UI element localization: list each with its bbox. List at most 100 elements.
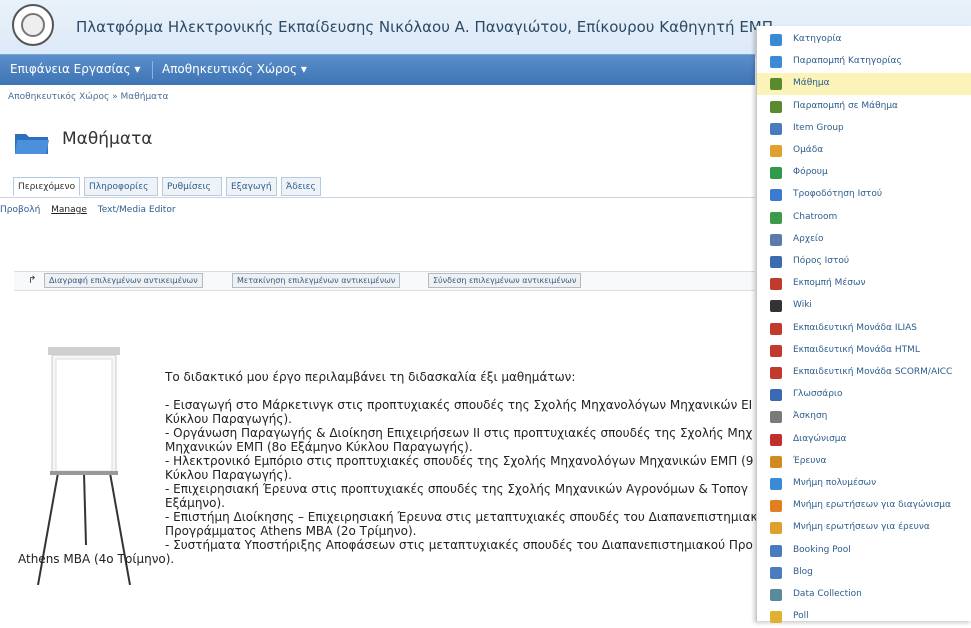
menu-item[interactable]: Wiki [757, 295, 971, 317]
tab-info[interactable]: Πληροφορίες [84, 177, 158, 196]
move-selected-button[interactable]: Μετακίνηση επιλεγμένων αντικειμένων [232, 273, 401, 288]
action-bar: ↱ Διαγραφή επιλεγμένων αντικειμένων Μετα… [14, 271, 755, 291]
tab-export[interactable]: Εξαγωγή [226, 177, 277, 196]
content-line: Κύκλου Παραγωγής). [165, 412, 292, 426]
forum-icon [770, 167, 782, 179]
menu-item-label: Παραπομπή σε Μάθημα [793, 101, 898, 111]
menu-item[interactable]: Μνήμη πολυμέσων [757, 473, 971, 495]
menu-item[interactable]: Ομάδα [757, 140, 971, 162]
menu-item-label: Τροφοδότηση Ιστού [793, 189, 883, 199]
content-line: Εξάμηνο). [165, 496, 225, 510]
menu-item[interactable]: Item Group [757, 118, 971, 140]
content-line: - Επιστήμη Διοίκησης – Επιχειρησιακή Έρε… [165, 510, 758, 524]
survey-icon [770, 456, 782, 468]
menu-item[interactable]: Εκπαιδευτική Μονάδα SCORM/AICC [757, 362, 971, 384]
subtab-text-media-editor[interactable]: Text/Media Editor [98, 205, 176, 215]
menu-item[interactable]: Φόρουμ [757, 162, 971, 184]
menu-item[interactable]: Εκπομπή Μέσων [757, 273, 971, 295]
breadcrumb-courses-link[interactable]: Μαθήματα [121, 92, 169, 102]
menu-item-label: Μάθημα [793, 78, 830, 88]
folder-icon [15, 134, 49, 154]
tab-permissions[interactable]: Άδειες [281, 177, 321, 196]
menu-item-label: Item Group [793, 123, 844, 133]
menu-item-label: Blog [793, 567, 813, 577]
subtab-bar: Προβολή Manage Text/Media Editor [0, 205, 184, 215]
nav-separator [152, 61, 153, 79]
blog-icon [770, 567, 782, 579]
menu-item-label: Αρχείο [793, 234, 824, 244]
menu-item[interactable]: Data Collection [757, 584, 971, 606]
course-icon [770, 78, 782, 90]
menu-item-label: Εκπομπή Μέσων [793, 278, 866, 288]
repository-menu-button[interactable]: Αποθηκευτικός Χώρος ▾ [162, 62, 307, 76]
survey-question-pool-icon [770, 522, 782, 534]
menu-item[interactable]: Πόρος Ιστού [757, 251, 971, 273]
menu-item-label: Data Collection [793, 589, 862, 599]
tab-divider [0, 197, 755, 198]
menu-item[interactable]: Chatroom [757, 207, 971, 229]
workspace-menu-button[interactable]: Επιφάνεια Εργασίας ▾ [10, 62, 140, 76]
menu-item-label: Παραπομπή Κατηγορίας [793, 56, 902, 66]
menu-item[interactable]: Αρχείο [757, 229, 971, 251]
menu-item[interactable]: Εκπαιδευτική Μονάδα ILIAS [757, 318, 971, 340]
html-module-icon [770, 345, 782, 357]
menu-item-label: Ομάδα [793, 145, 824, 155]
menu-item-label: Poll [793, 611, 809, 621]
page-title: Μαθήματα [62, 129, 153, 149]
menu-item[interactable]: Εκπαιδευτική Μονάδα HTML [757, 340, 971, 362]
menu-item-label: Εκπαιδευτική Μονάδα HTML [793, 345, 920, 355]
menu-item-label: Εκπαιδευτική Μονάδα ILIAS [793, 323, 918, 333]
add-new-item-menu: Κατηγορία Παραπομπή Κατηγορίας Μάθημα Παραπ… [756, 26, 971, 623]
content-line: - Ηλεκτρονικό Εμπόριο στις προπτυχιακές … [165, 454, 754, 468]
menu-item[interactable]: Γλωσσάριο [757, 384, 971, 406]
menu-item[interactable]: Τροφοδότηση Ιστού [757, 184, 971, 206]
menu-item-label: Μνήμη ερωτήσεων για έρευνα [793, 522, 930, 532]
menu-item-label: Wiki [793, 300, 812, 310]
booking-pool-icon [770, 545, 782, 557]
content-line: - Συστήματα Υποστήριξης Αποφάσεων στις μ… [165, 538, 753, 552]
media-cast-icon [770, 278, 782, 290]
exercise-icon [770, 411, 782, 423]
course-link-icon [770, 101, 782, 113]
tab-content[interactable]: Περιεχόμενο [13, 177, 80, 196]
breadcrumb: Αποθηκευτικός Χώρος » Μαθήματα [8, 92, 168, 102]
breadcrumb-separator: » [109, 92, 121, 102]
breadcrumb-repository-link[interactable]: Αποθηκευτικός Χώρος [8, 92, 109, 102]
menu-item[interactable]: Poll [757, 606, 971, 628]
test-question-pool-icon [770, 500, 782, 512]
menu-item[interactable]: Μνήμη ερωτήσεων για διαγώνισμα [757, 495, 971, 517]
menu-item[interactable]: Παραπομπή Κατηγορίας [757, 51, 971, 73]
menu-item[interactable]: Κατηγορία [757, 29, 971, 51]
subtab-manage[interactable]: Manage [51, 205, 87, 215]
menu-item[interactable]: Μνήμη ερωτήσεων για έρευνα [757, 517, 971, 539]
menu-item[interactable]: Άσκηση [757, 406, 971, 428]
content-line: - Επιχειρησιακή Έρευνα στις προπτυχιακές… [165, 482, 748, 496]
menu-item[interactable]: Παραπομπή σε Μάθημα [757, 96, 971, 118]
menu-item-label: Μνήμη ερωτήσεων για διαγώνισμα [793, 500, 951, 510]
tab-settings[interactable]: Ρυθμίσεις [162, 177, 222, 196]
test-icon [770, 434, 782, 446]
chat-icon [770, 212, 782, 224]
link-selected-button[interactable]: Σύνδεση επιλεγμένων αντικειμένων [428, 273, 582, 288]
poll-icon [770, 611, 782, 623]
folder-icon [770, 34, 782, 46]
group-icon [770, 145, 782, 157]
content-line: Κύκλου Παραγωγής). [165, 468, 292, 482]
menu-item-label: Κατηγορία [793, 34, 842, 44]
menu-item[interactable]: Μάθημα [757, 73, 971, 95]
menu-item-label: Chatroom [793, 212, 838, 222]
menu-item[interactable]: Booking Pool [757, 540, 971, 562]
menu-item[interactable]: Έρευνα [757, 451, 971, 473]
wiki-icon [770, 300, 782, 312]
selection-arrow-icon: ↱ [28, 275, 37, 286]
content-line: Athens MBA (4ο Τρίμηνο). [18, 552, 175, 566]
web-resource-icon [770, 256, 782, 268]
content-line: Προγράμματος Athens MBA (2ο Τρίμηνο). [165, 524, 417, 538]
menu-item[interactable]: Blog [757, 562, 971, 584]
menu-item-label: Φόρουμ [793, 167, 828, 177]
subtab-view[interactable]: Προβολή [0, 205, 40, 215]
content-line: - Οργάνωση Παραγωγής & Διοίκηση Επιχειρή… [165, 426, 753, 440]
menu-item[interactable]: Διαγώνισμα [757, 429, 971, 451]
data-collection-icon [770, 589, 782, 601]
delete-selected-button[interactable]: Διαγραφή επιλεγμένων αντικειμένων [44, 273, 203, 288]
